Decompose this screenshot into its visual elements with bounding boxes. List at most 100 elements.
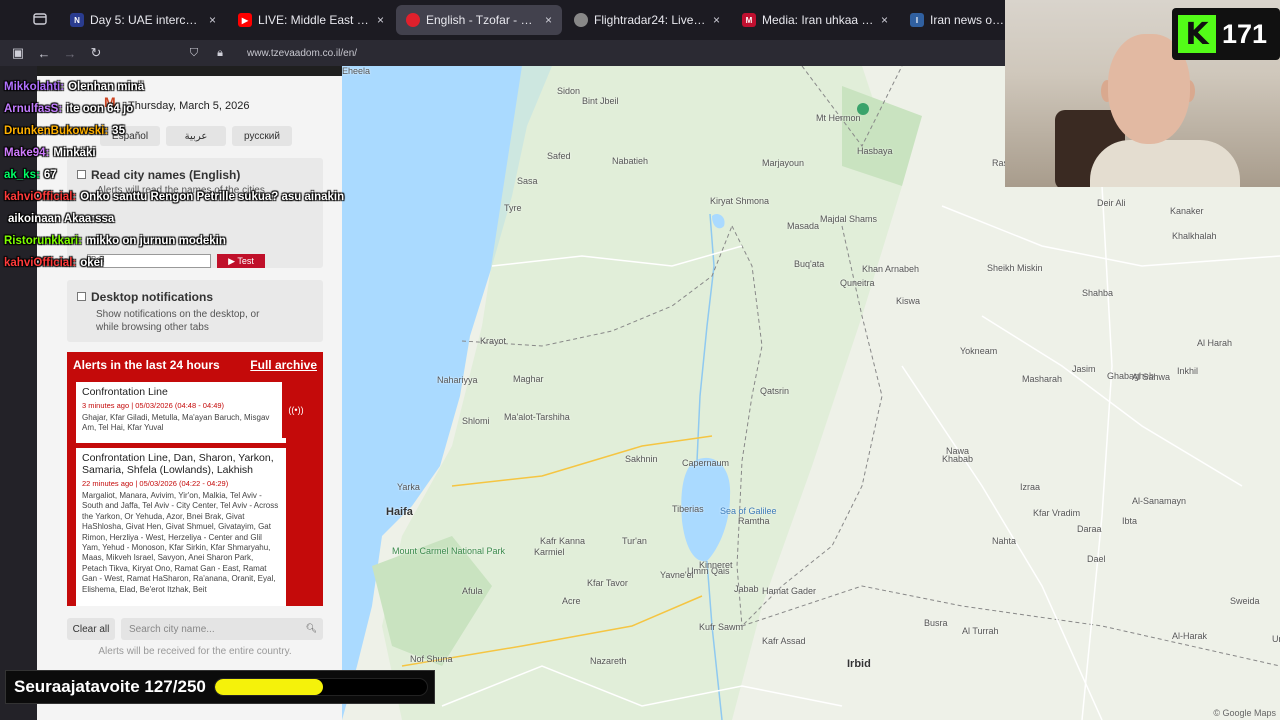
map-place-label: Qatsrin	[760, 386, 790, 396]
desktop-desc-line1: Show notifications on the desktop, or	[96, 309, 260, 320]
chat-username: kahviOfficial:	[4, 191, 77, 203]
map-place-label: Inkhil	[1177, 366, 1199, 376]
map-place-label: Mount Carmel National Park	[392, 546, 506, 556]
map-place-label: Quneitra	[840, 278, 875, 288]
tab-1[interactable]: ▶LIVE: Middle East real-time×	[228, 5, 394, 35]
close-tab-icon[interactable]: ×	[209, 13, 216, 27]
map-place-label: Mt Hermon	[816, 113, 861, 123]
chat-message: Ristorunkkari: mikko on jurnun modekin	[4, 230, 364, 252]
search-icon: 🔍︎	[305, 623, 317, 633]
city-search-input[interactable]: Search city name... 🔍︎	[121, 618, 323, 640]
map-place-label: Nof Shuna	[410, 654, 453, 664]
chat-message: ArnulfasS: ite oon 64 jo	[4, 98, 364, 120]
map-place-label: Sakhnin	[625, 454, 658, 464]
map-place-label: Acre	[562, 596, 581, 606]
map-place-label: Shahba	[1082, 288, 1114, 298]
map-place-label: Ramtha	[738, 516, 770, 526]
map-place-label: Kafr Assad	[762, 636, 806, 646]
forward-icon[interactable]: →	[57, 46, 83, 61]
map-place-label: Bint Jbeil	[582, 96, 619, 106]
map-place-label: Masharah	[1022, 374, 1063, 384]
map-place-label: Haifa	[386, 506, 413, 518]
map-attribution: © Google Maps	[1213, 708, 1276, 718]
map-place-label: Al Harah	[1197, 338, 1233, 348]
alerts-header: Alerts in the last 24 hours Full archive	[67, 352, 323, 377]
map-place-label: Nahariyya	[437, 375, 478, 385]
url-bar[interactable]: www.tzevaadom.co.il/en/	[247, 48, 357, 59]
tab-4[interactable]: MMedia: Iran uhkaa iskeä Israelin×	[732, 5, 898, 35]
chat-message: kahviOfficial: Onko santtu Rengon Petrill…	[4, 186, 364, 208]
map-place-label: Kiryat Shmona	[710, 196, 770, 206]
map-place-label: Buq'ata	[794, 259, 825, 269]
map-place-label: Izraa	[1020, 482, 1041, 492]
chat-overlay: Mikkolahti: Olenhan minä ArnulfasS: ite oon…	[4, 76, 364, 274]
alert-time: 3 minutes ago | 05/03/2026 (04:48 - 04:4…	[82, 401, 225, 410]
viewer-count: 171	[1222, 18, 1268, 49]
map-place-label: Tur'an	[622, 536, 647, 546]
chat-message: aikoinaan Akaa:ssa	[4, 208, 364, 230]
youtube-favicon-icon: ▶	[238, 13, 252, 27]
chat-text: Onko santtu Rengon Petrille sukua? asu a…	[80, 191, 345, 203]
chat-text: Olenhan minä	[68, 81, 145, 93]
chat-text: 35	[112, 125, 125, 137]
full-archive-link[interactable]: Full archive	[250, 358, 317, 372]
map-place-label: Shlomi	[462, 416, 490, 426]
desktop-notifications-row[interactable]: Desktop notifications	[77, 288, 213, 306]
map-place-label: Kinneret	[699, 560, 733, 570]
alert-card[interactable]: Confrontation Line, Dan, Sharon, Yarkon,…	[76, 448, 286, 606]
alerts-list: Confrontation Line 3 minutes ago | 05/03…	[67, 377, 323, 606]
chat-text: mikko on jurnun modekin	[85, 235, 226, 247]
shield-icon[interactable]: ⛉	[181, 47, 207, 60]
map-place-label: Sheikh Miskin	[987, 263, 1043, 273]
map-place-label: Kafr Kanna	[540, 536, 586, 546]
map-place-label: Hamat Gader	[762, 586, 817, 596]
back-icon[interactable]: ←	[31, 46, 57, 61]
sidebar-toggle-icon[interactable]: ▣	[5, 45, 31, 61]
alert-cities: Ghajar, Kfar Giladi, Metulla, Ma'ayan Ba…	[82, 413, 270, 433]
flightradar-favicon-icon	[574, 13, 588, 27]
desktop-notifications-setting: Desktop notifications Show notifications…	[67, 280, 323, 342]
close-tab-icon[interactable]: ×	[377, 13, 384, 27]
close-tab-icon[interactable]: ×	[545, 13, 552, 27]
map-place-label: Sea of Galilee	[720, 506, 777, 516]
map-place-label: Khan Arnabeh	[862, 264, 920, 274]
alert-broadcast-icon: ((•))	[282, 382, 310, 438]
map-place-label: Tiberias	[672, 504, 704, 514]
map-place-label: Masada	[787, 221, 820, 231]
desktop-notifications-checkbox[interactable]	[77, 292, 86, 302]
tab-2[interactable]: English - Tzofar - Red Alert×	[396, 5, 562, 35]
chat-username: Mikkolahti:	[4, 81, 65, 93]
map-place-label: Al Sahwa	[1132, 372, 1171, 382]
map-place-label: Majdal Shams	[820, 214, 878, 224]
goal-progress-fill	[214, 679, 323, 695]
alert-card[interactable]: Confrontation Line 3 minutes ago | 05/03…	[76, 382, 286, 443]
alert-cities: Margaliot, Manara, Avivim, Yir'on, Malki…	[82, 491, 279, 594]
map-place-label: Eheela	[342, 66, 371, 76]
chat-username: Make94:	[4, 147, 50, 159]
desktop-desc-line2: while browsing other tabs	[96, 322, 209, 333]
map-place-label: Nazareth	[590, 656, 627, 666]
tab-5[interactable]: lIran news on live map in	[900, 5, 1020, 35]
close-tab-icon[interactable]: ×	[713, 13, 720, 27]
map-place-label: Nahta	[992, 536, 1017, 546]
map-place-label: Kanaker	[1170, 206, 1204, 216]
map-place-label: Ibta	[1122, 516, 1138, 526]
screen: { "browser": { "tabs": [ {"label": "Day …	[0, 0, 1280, 720]
map-place-label: Maghar	[513, 374, 544, 384]
map-place-label: Al-Harak	[1172, 631, 1208, 641]
map-place-label: Deir Ali	[1097, 198, 1126, 208]
map-place-label: Al-Sanamayn	[1132, 496, 1187, 506]
chat-message: Make94: Minkäki	[4, 142, 364, 164]
liveuamap-favicon-icon: l	[910, 13, 924, 27]
chat-message: kahviOfficial: okei	[4, 252, 364, 274]
tab-overview-icon[interactable]	[33, 12, 49, 28]
clear-all-button[interactable]: Clear all	[67, 618, 115, 640]
tab-0[interactable]: NDay 5: UAE intercepts 3 missile×	[60, 5, 226, 35]
map-place-label: Hasbaya	[857, 146, 893, 156]
map-place-label: Sweida	[1230, 596, 1260, 606]
tab-3[interactable]: Flightradar24: Live Flight Tracke×	[564, 5, 730, 35]
close-tab-icon[interactable]: ×	[881, 13, 888, 27]
reload-icon[interactable]: ↻	[83, 45, 109, 61]
map-place-label: Yokneam	[960, 346, 998, 356]
goal-progress-bar	[213, 678, 428, 696]
